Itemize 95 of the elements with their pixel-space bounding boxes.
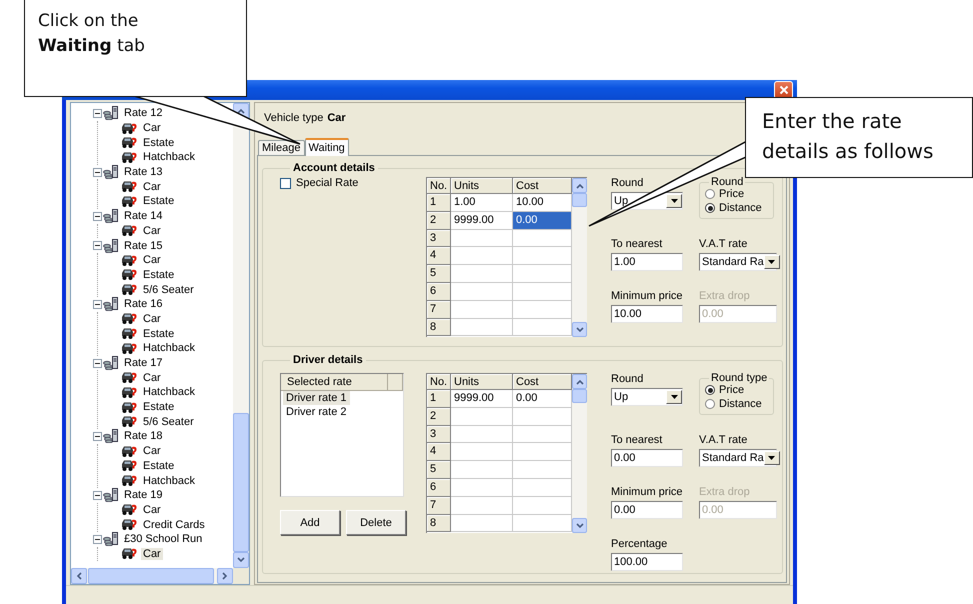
dropdown[interactable]: Up — [611, 388, 683, 406]
radio-option[interactable]: Distance — [705, 201, 773, 215]
row-number: 8 — [427, 318, 451, 336]
row-number: 5 — [427, 265, 451, 283]
row-number: 3 — [427, 426, 451, 444]
tree-item[interactable]: Car — [141, 180, 163, 193]
input-field[interactable]: 0.00 — [611, 449, 683, 467]
tab[interactable]: Waiting — [304, 138, 349, 156]
row-number: 2 — [427, 212, 451, 230]
group-title: Driver details — [292, 354, 364, 366]
field-label: Vehicle type — [264, 112, 324, 124]
tree-item[interactable]: Rate 12 — [122, 107, 165, 120]
tree-item[interactable]: Estate — [141, 460, 176, 472]
tree-item[interactable]: Rate 15 — [122, 240, 165, 252]
tree-item[interactable]: Car — [141, 254, 163, 266]
column-header[interactable]: Cost — [513, 374, 572, 390]
column-header[interactable]: No. — [427, 178, 451, 194]
field-label: Extra drop — [699, 290, 751, 303]
tree-item[interactable]: Car — [141, 504, 163, 516]
column-header[interactable]: Selected rate — [281, 374, 388, 391]
tree-item[interactable]: Rate 18 — [122, 430, 165, 442]
tree-item[interactable]: 5/6 Seater — [141, 416, 196, 428]
group-title: Round type — [710, 373, 768, 383]
row-number: 6 — [427, 282, 451, 301]
tree-item[interactable]: Rate 17 — [122, 357, 165, 370]
tree-item[interactable]: Estate — [141, 328, 176, 340]
row-number: 6 — [427, 478, 451, 497]
tree-item[interactable]: Rate 13 — [122, 166, 165, 178]
tree-item[interactable]: £30 School Run — [122, 533, 204, 546]
column-header[interactable]: Units — [451, 374, 513, 390]
row-number: 8 — [427, 514, 451, 532]
input-field[interactable]: 10.00 — [611, 305, 683, 323]
tree-item[interactable]: Hatchback — [141, 474, 197, 487]
input-field[interactable]: 100.00 — [611, 553, 683, 571]
row-number: 1 — [427, 390, 451, 408]
tree-item[interactable]: Rate 14 — [122, 210, 165, 222]
table-cell[interactable]: 9999.00 — [451, 390, 513, 408]
input-field[interactable]: 0.00 — [611, 501, 683, 519]
field-label: To nearest — [611, 238, 664, 251]
column-header[interactable]: Units — [451, 178, 513, 194]
add-button[interactable]: Add — [280, 510, 340, 535]
row-number: 4 — [427, 247, 451, 266]
row-number: 5 — [427, 461, 451, 479]
tree-item[interactable]: Car — [141, 122, 163, 134]
table-cell[interactable]: 1.00 — [451, 194, 513, 212]
row-number: 7 — [427, 496, 451, 515]
tree-item[interactable]: Estate — [141, 401, 176, 414]
field-label: Round — [611, 177, 644, 190]
field-label: Extra drop — [699, 486, 751, 499]
tree-item[interactable]: Estate — [141, 268, 176, 281]
row-number: 7 — [427, 300, 451, 319]
field-label: V.A.T rate — [699, 238, 748, 251]
input-field[interactable]: 1.00 — [611, 253, 683, 271]
tree-item[interactable]: Estate — [141, 136, 176, 149]
table-cell[interactable]: 0.00 — [513, 212, 572, 230]
tree-item[interactable]: Estate — [141, 195, 176, 208]
field-label: Minimum price — [611, 290, 683, 303]
radio-option[interactable]: Price — [705, 383, 773, 397]
group-title: Account details — [292, 162, 376, 174]
row-number: 2 — [427, 408, 451, 426]
tree-item[interactable]: Car — [141, 445, 163, 458]
column-header[interactable]: No. — [427, 374, 451, 390]
tree-item[interactable]: Car — [141, 372, 163, 384]
tree-item[interactable]: Credit Cards — [141, 518, 207, 531]
callout-text: Click on the Waiting tab — [38, 10, 146, 58]
tree-item[interactable]: Hatchback — [141, 151, 197, 164]
row-number: 3 — [427, 230, 451, 248]
field-label: Minimum price — [611, 486, 683, 499]
list-item[interactable]: Driver rate 1 — [283, 391, 350, 405]
field-label: Round — [611, 373, 644, 386]
dropdown[interactable]: Standard Ra — [699, 449, 777, 467]
field-label: To nearest — [611, 434, 664, 447]
row-number: 1 — [427, 194, 451, 212]
row-number: 4 — [427, 443, 451, 462]
tree-item[interactable]: Car — [141, 224, 163, 237]
radio-option[interactable]: Price — [705, 187, 773, 201]
field-label: V.A.T rate — [699, 434, 748, 447]
field-label: Percentage — [611, 538, 668, 551]
vehicle-type-value: Car — [327, 112, 346, 124]
tree-item[interactable]: Rate 19 — [122, 489, 165, 502]
checkbox[interactable]: Special Rate — [280, 177, 358, 189]
tree-item[interactable]: 5/6 Seater — [141, 284, 196, 296]
tree-item[interactable]: Hatchback — [141, 386, 197, 398]
dropdown[interactable]: Standard Ra — [699, 253, 777, 271]
list-item[interactable]: Driver rate 2 — [283, 405, 350, 419]
tree-item[interactable]: Car — [141, 548, 163, 560]
column-header[interactable]: Cost — [513, 178, 572, 194]
tree-item[interactable]: Hatchback — [141, 342, 197, 354]
delete-button[interactable]: Delete — [346, 510, 406, 535]
tree-item[interactable]: Car — [141, 312, 163, 325]
tab[interactable]: Mileage — [258, 140, 305, 155]
radio-option[interactable]: Distance — [705, 397, 773, 411]
callout-text: Enter the rate details as follows — [762, 109, 934, 163]
group-title: Round — [710, 177, 744, 187]
tree-item[interactable]: Rate 16 — [122, 298, 165, 310]
